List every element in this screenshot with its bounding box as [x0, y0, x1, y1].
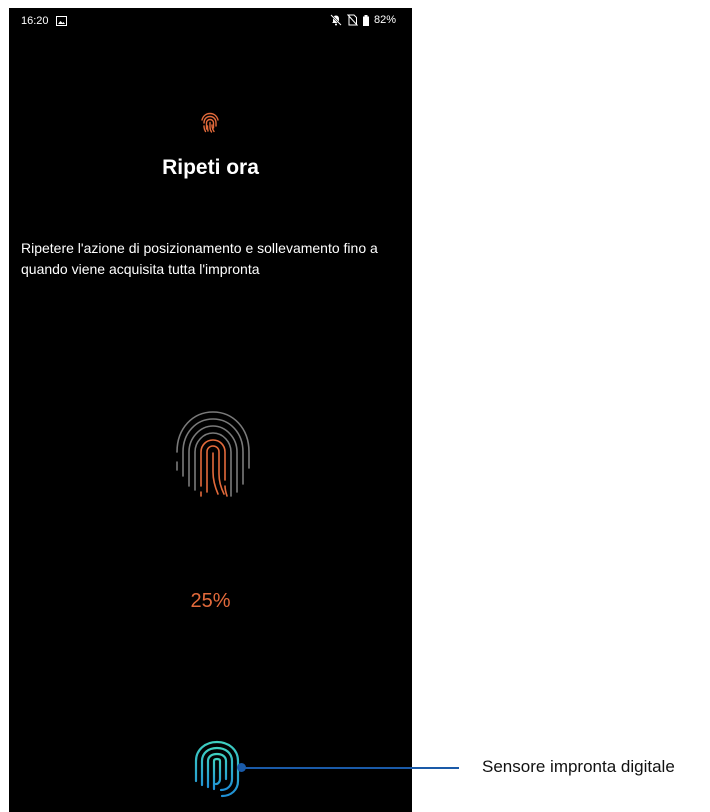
fingerprint-sensor-icon[interactable]: [188, 739, 246, 804]
callout-line: [244, 767, 459, 769]
phone-screen: 16:20 82% Ripeti ora Ripetere l'azione d…: [9, 8, 412, 812]
no-sim-icon: [347, 14, 358, 26]
sensor-callout-label: Sensore impronta digitale: [482, 757, 675, 776]
progress-percent: 25%: [190, 590, 231, 612]
status-time: 16:20: [21, 15, 49, 27]
status-right: 82%: [330, 14, 396, 26]
page-title: Ripeti ora: [162, 156, 259, 179]
instructions-text: Ripetere l'azione di posizionamento e so…: [21, 240, 378, 277]
page: 16:20 82% Ripeti ora Ripetere l'azione d…: [0, 0, 710, 812]
status-bar: 16:20 82%: [9, 8, 412, 34]
battery-level: 82%: [373, 14, 396, 26]
battery-icon: [362, 14, 369, 26]
fingerprint-header-icon: [199, 111, 221, 140]
fingerprint-progress-icon: [171, 406, 255, 507]
notifications-off-icon: [330, 14, 342, 26]
gallery-icon: [56, 16, 67, 29]
